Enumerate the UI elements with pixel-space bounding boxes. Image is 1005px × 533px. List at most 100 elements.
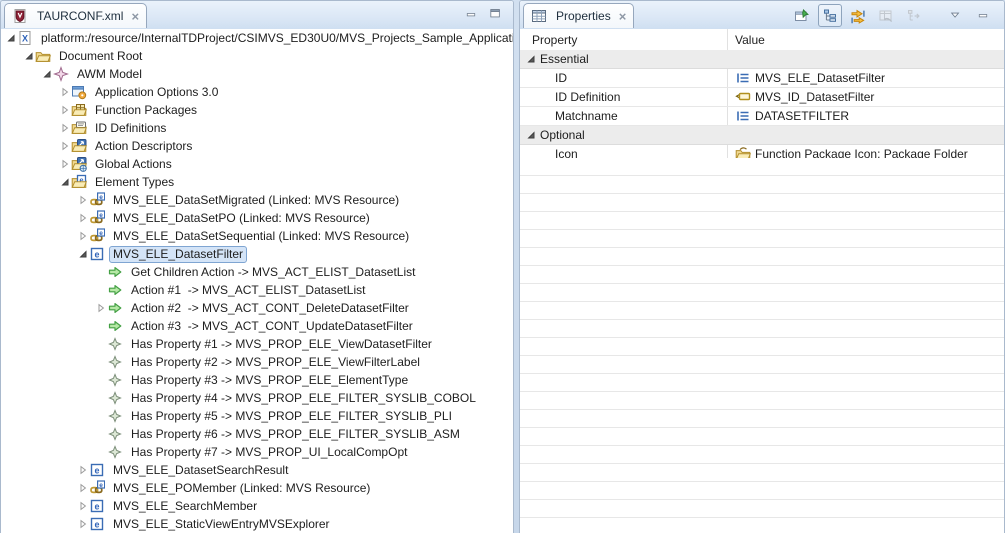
property-row[interactable]: ID DefinitionMVS_ID_DatasetFilter [520, 88, 1004, 107]
pin-view-button[interactable] [790, 4, 814, 27]
expand-arrow-icon[interactable] [95, 303, 107, 313]
linked-element-icon: e [89, 480, 105, 496]
property-value-cell[interactable]: MVS_ID_DatasetFilter [728, 88, 1004, 106]
property-value: MVS_ELE_DatasetFilter [755, 71, 885, 85]
collapse-arrow-icon[interactable] [525, 130, 537, 140]
collapse-arrow-icon[interactable] [41, 69, 53, 79]
tree-item[interactable]: Get Children Action -> MVS_ACT_ELIST_Dat… [1, 263, 513, 281]
has-property-icon [107, 336, 123, 352]
svg-text:e: e [99, 482, 103, 489]
property-value-cell[interactable]: MVS_ELE_DatasetFilter [728, 69, 1004, 87]
tree-item[interactable]: eMVS_ELE_DataSetSequential (Linked: MVS … [1, 227, 513, 245]
category-label: Essential [540, 52, 589, 66]
editor-window-controls [466, 8, 503, 21]
text-lines-icon [735, 108, 751, 124]
tree-item-label: MVS_ELE_DatasetFilter [109, 246, 247, 263]
collapse-arrow-icon[interactable] [59, 177, 71, 187]
expand-arrow-icon[interactable] [59, 87, 71, 97]
restore-default-value-button [874, 4, 898, 27]
tree-item-label: ID Definitions [91, 120, 170, 137]
tree-item[interactable]: Has Property #4 -> MVS_PROP_ELE_FILTER_S… [1, 389, 513, 407]
close-icon[interactable]: × [619, 10, 627, 23]
tree-item[interactable]: Application Options 3.0 [1, 83, 513, 101]
expand-arrow-icon[interactable] [77, 195, 89, 205]
expand-arrow-icon[interactable] [77, 213, 89, 223]
tree-item[interactable]: AWM Model [1, 65, 513, 83]
property-value-cell[interactable]: DATASETFILTER [728, 107, 1004, 125]
tree-item[interactable]: eMVS_ELE_DataSetMigrated (Linked: MVS Re… [1, 191, 513, 209]
tree-item[interactable]: Function Packages [1, 101, 513, 119]
collapse-arrow-icon[interactable] [23, 51, 35, 61]
expand-arrow-icon[interactable] [77, 501, 89, 511]
tree-item[interactable]: eMVS_ELE_DatasetFilter [1, 245, 513, 263]
tree-item[interactable]: eMVS_ELE_SearchMember [1, 497, 513, 515]
show-advanced-icon [850, 8, 866, 24]
action-descriptors-icon [71, 138, 87, 154]
show-categories-button[interactable] [818, 4, 842, 27]
action-arrow-icon [107, 282, 123, 298]
restore-default-icon [878, 8, 894, 24]
minimize-button[interactable] [466, 9, 479, 21]
minimize-icon [978, 10, 991, 22]
collapse-arrow-icon[interactable] [5, 33, 17, 43]
property-category-row[interactable]: Essential [520, 50, 1004, 69]
property-row[interactable]: IDMVS_ELE_DatasetFilter [520, 69, 1004, 88]
linked-element-icon: e [89, 192, 105, 208]
collapse-all-button [902, 4, 926, 27]
svg-text:e: e [94, 465, 99, 475]
tree-item[interactable]: eMVS_ELE_DatasetSearchResult [1, 461, 513, 479]
expand-arrow-icon[interactable] [77, 465, 89, 475]
tree-item-label: Global Actions [91, 156, 176, 173]
tree-item-label: MVS_ELE_DataSetPO (Linked: MVS Resource) [109, 210, 374, 227]
expand-arrow-icon[interactable] [77, 231, 89, 241]
column-header-property: Property [532, 29, 577, 50]
close-icon[interactable]: × [131, 10, 139, 23]
collapse-arrow-icon[interactable] [77, 249, 89, 259]
tree-item-label: AWM Model [73, 66, 146, 83]
tree-item[interactable]: Has Property #2 -> MVS_PROP_ELE_ViewFilt… [1, 353, 513, 371]
linked-element-icon: e [89, 210, 105, 226]
expand-arrow-icon[interactable] [59, 123, 71, 133]
tree-item[interactable]: eMVS_ELE_DataSetPO (Linked: MVS Resource… [1, 209, 513, 227]
maximize-button[interactable] [490, 8, 503, 21]
tree-item[interactable]: Global Actions [1, 155, 513, 173]
tab-properties[interactable]: Properties × [523, 3, 634, 28]
tree-item[interactable]: Has Property #1 -> MVS_PROP_ELE_ViewData… [1, 335, 513, 353]
tree-item[interactable]: Has Property #3 -> MVS_PROP_ELE_ElementT… [1, 371, 513, 389]
tree-item-label: platform:/resource/InternalTDProject/CSI… [37, 30, 513, 47]
tree-item[interactable]: Action #2 -> MVS_ACT_CONT_DeleteDatasetF… [1, 299, 513, 317]
tree-item[interactable]: Xplatform:/resource/InternalTDProject/CS… [1, 29, 513, 47]
tree-item[interactable]: eElement Types [1, 173, 513, 191]
tree-item[interactable]: Action #3 -> MVS_ACT_CONT_UpdateDatasetF… [1, 317, 513, 335]
tree-item[interactable]: Action Descriptors [1, 137, 513, 155]
tree-item[interactable]: Action #1 -> MVS_ACT_ELIST_DatasetList [1, 281, 513, 299]
expand-arrow-icon[interactable] [77, 483, 89, 493]
show-advanced-properties-button[interactable] [846, 4, 870, 27]
tree-item-label: MVS_ELE_POMember (Linked: MVS Resource) [109, 480, 374, 497]
tree-item[interactable]: ID Definitions [1, 119, 513, 137]
tree-item[interactable]: Document Root [1, 47, 513, 65]
tree-item[interactable]: Has Property #7 -> MVS_PROP_UI_LocalComp… [1, 443, 513, 461]
tree-item-label: Action #2 -> MVS_ACT_CONT_DeleteDatasetF… [127, 300, 413, 317]
tree-item[interactable]: e MVS_ELE_POMember (Linked: MVS Resource) [1, 479, 513, 497]
view-menu-button[interactable] [944, 4, 968, 27]
expand-arrow-icon[interactable] [59, 141, 71, 151]
tab-taurconf-xml[interactable]: TAURCONF.xml × [4, 3, 147, 28]
element-icon: e [89, 246, 105, 262]
property-category-row[interactable]: Optional [520, 126, 1004, 145]
tree-item[interactable]: Has Property #5 -> MVS_PROP_ELE_FILTER_S… [1, 407, 513, 425]
has-property-icon [107, 444, 123, 460]
xml-tree[interactable]: Xplatform:/resource/InternalTDProject/CS… [1, 29, 513, 533]
minimize-button[interactable] [972, 4, 996, 27]
property-row[interactable]: Matchname DATASETFILTER [520, 107, 1004, 126]
properties-table-header: Property Value [520, 29, 1004, 51]
expand-arrow-icon[interactable] [77, 519, 89, 529]
show-categories-icon [822, 8, 838, 24]
collapse-arrow-icon[interactable] [525, 54, 537, 64]
property-name: Matchname [520, 109, 618, 123]
tree-item[interactable]: Has Property #6 -> MVS_PROP_ELE_FILTER_S… [1, 425, 513, 443]
svg-text:e: e [94, 519, 99, 529]
expand-arrow-icon[interactable] [59, 105, 71, 115]
tree-item[interactable]: eMVS_ELE_StaticViewEntryMVSExplorer [1, 515, 513, 533]
expand-arrow-icon[interactable] [59, 159, 71, 169]
